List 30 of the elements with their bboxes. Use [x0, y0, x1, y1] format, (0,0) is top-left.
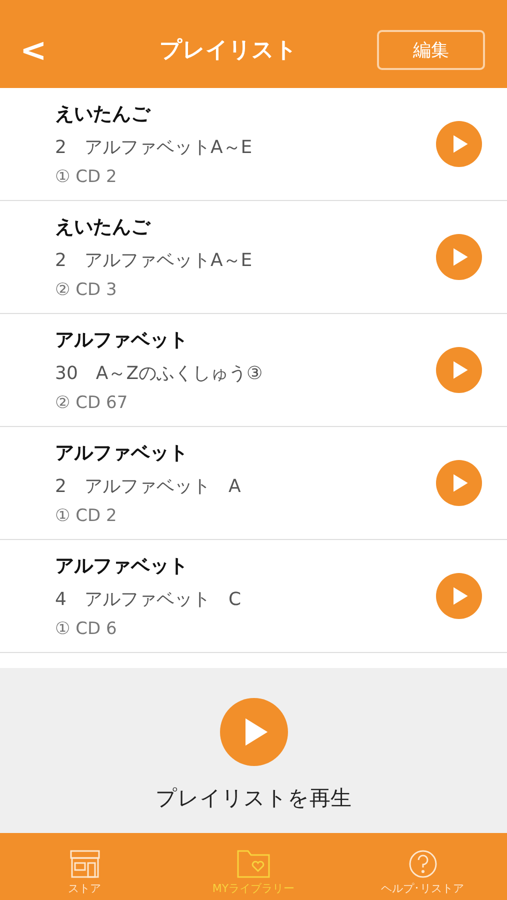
track-row[interactable]: アルファベット 2 アルファベット A ① CD 2	[0, 427, 507, 540]
folder-heart-icon	[236, 849, 272, 879]
track-title: 2 アルファベットA～E	[55, 249, 254, 272]
track-title: 2 アルファベット A	[55, 475, 242, 498]
track-row[interactable]: アルファベット 30 A～Zのふくしゅう③ ② CD 67	[0, 314, 507, 427]
play-button[interactable]	[436, 460, 482, 506]
album-title: えいたんご	[55, 102, 152, 127]
play-button[interactable]	[436, 121, 482, 167]
help-icon	[408, 849, 438, 879]
track-row[interactable]: アルファベット 4 アルファベット C ① CD 6	[0, 540, 507, 653]
track-row[interactable]: えいたんご 2 アルファベットA～E ② CD 3	[0, 201, 507, 314]
cd-number: ① CD 2	[55, 167, 118, 187]
play-button[interactable]	[436, 573, 482, 619]
cd-number: ① CD 2	[55, 506, 118, 526]
storefront-icon	[68, 849, 100, 879]
track-row[interactable]: えいたんご 2 アルファベットA～E ① CD 2	[0, 88, 507, 201]
track-title: 2 アルファベットA～E	[55, 136, 254, 159]
play-all-label: プレイリストを再生	[156, 784, 352, 812]
cd-number: ② CD 67	[55, 393, 129, 413]
play-button[interactable]	[436, 234, 482, 280]
track-title: 4 アルファベット C	[55, 588, 242, 611]
track-title: 30 A～Zのふくしゅう③	[55, 362, 264, 385]
screen-title: プレイリスト	[160, 37, 298, 65]
cd-number: ② CD 3	[55, 280, 118, 300]
album-title: えいたんご	[55, 215, 152, 240]
album-title: アルファベット	[55, 441, 189, 466]
album-title: アルファベット	[55, 328, 189, 353]
album-title: アルファベット	[55, 554, 189, 579]
play-button[interactable]	[436, 347, 482, 393]
cd-number: ① CD 6	[55, 619, 118, 639]
